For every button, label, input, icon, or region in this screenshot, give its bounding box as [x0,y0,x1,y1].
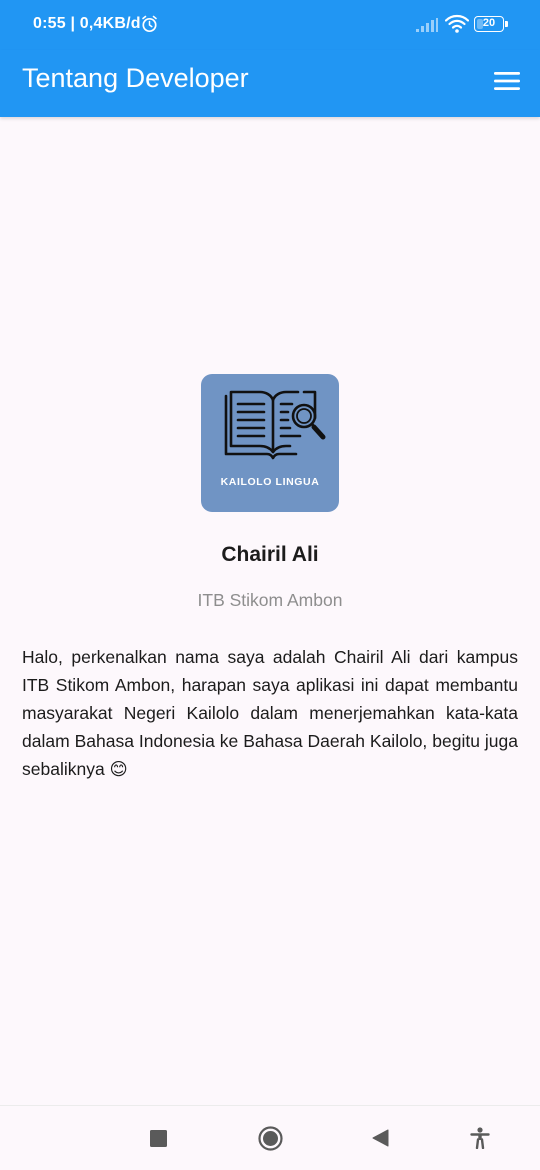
battery-icon: 20 [474,16,504,32]
developer-institution: ITB Stikom Ambon [197,590,343,610]
page-title: Tentang Developer [22,63,249,93]
battery-tip [505,21,508,27]
signal-icon [416,18,438,32]
wifi-icon [445,14,469,33]
back-triangle-icon [372,1129,388,1147]
app-bar: Tentang Developer [0,50,540,117]
accessibility-icon [470,1127,490,1149]
hamburger-menu-icon [494,72,520,90]
developer-name: Chairil Ali [221,543,319,566]
menu-button[interactable] [487,61,527,101]
status-time: 0:55 | 0,4KB/d [33,15,141,32]
battery-level: 20 [482,17,496,29]
recents-button[interactable] [140,1120,176,1156]
circle-icon [257,1125,283,1151]
status-bar: 0:55 | 0,4KB/d 20 [0,0,540,50]
book-magnifier-icon [224,390,326,460]
home-button[interactable] [252,1120,288,1156]
system-nav-bar [0,1105,540,1170]
square-icon [149,1129,167,1147]
developer-bio: Halo, perkenalkan nama saya adalah Chair… [22,647,518,779]
back-button[interactable] [362,1120,398,1156]
app-logo: KAILOLO LINGUA [201,374,339,512]
alarm-icon [142,15,157,33]
accessibility-button[interactable] [462,1120,498,1156]
logo-text: KAILOLO LINGUA [220,476,320,488]
